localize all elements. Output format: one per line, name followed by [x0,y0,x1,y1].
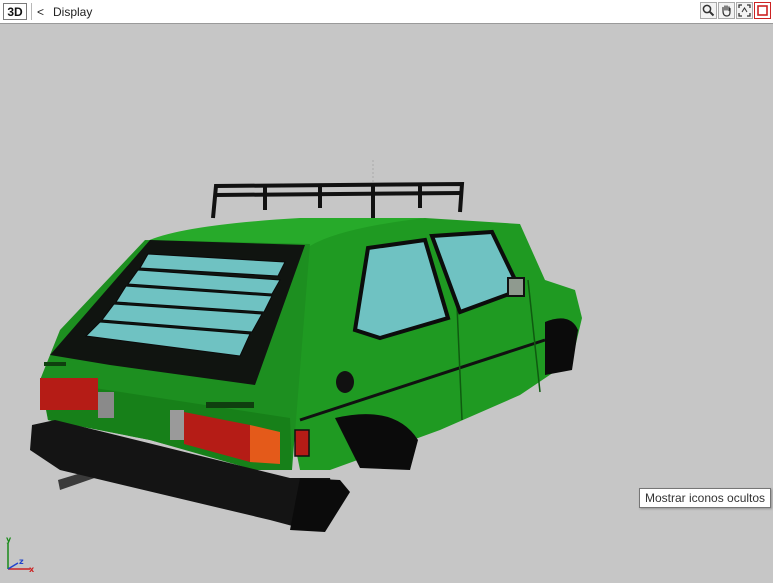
close-view-icon [757,5,768,16]
axis-gizmo: y z x [2,535,42,577]
badge-right [206,402,254,408]
close-view-button[interactable] [754,2,771,19]
fit-view-icon [738,4,751,17]
side-mirror [507,277,525,297]
pan-hand-icon [722,5,731,17]
zoom-icon [702,4,715,17]
breadcrumb-title: Display [53,5,93,19]
fuel-cap [336,371,354,393]
tooltip: Mostrar iconos ocultos [639,488,772,508]
badge-left [44,362,66,366]
axis-z-label: z [19,557,24,566]
zoom-button[interactable] [700,2,717,19]
fit-view-button[interactable] [736,2,753,19]
toolbar-divider [31,3,32,20]
axis-y-label: y [6,535,12,544]
viewport-toolbar: 3D < Display [0,0,773,24]
back-button[interactable]: < [37,5,44,19]
roof-rack [211,181,465,222]
view-tools [700,2,771,21]
pan-button[interactable] [718,2,735,19]
3d-mode-button[interactable]: 3D [3,3,27,20]
axis-x-label: x [29,565,35,574]
